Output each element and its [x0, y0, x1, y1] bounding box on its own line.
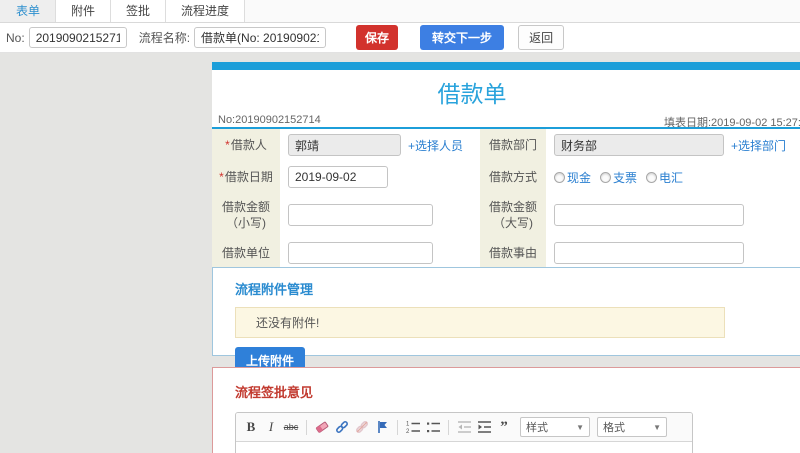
format-select[interactable]: 格式 ▼ — [597, 417, 667, 437]
editor-content-area[interactable] — [236, 442, 692, 453]
department-input[interactable] — [554, 134, 724, 156]
borrow-date-cell — [280, 161, 480, 193]
outdent-icon[interactable] — [455, 418, 473, 436]
payment-method-radios: 现金 支票 电汇 — [554, 169, 683, 186]
tab-bar: 表单 附件 签批 流程进度 — [0, 0, 800, 23]
borrow-unit-cell — [280, 237, 480, 269]
borrower-label: *借款人 — [212, 129, 280, 161]
form-fill-date: 填表日期:2019-09-02 15:27:1 — [664, 117, 800, 129]
form-meta-row: No:20190902152714 填表日期:2019-09-02 15:27:… — [212, 111, 800, 129]
amount-upper-label: 借款金额（大写) — [480, 193, 546, 237]
unlink-icon[interactable] — [353, 418, 371, 436]
flow-name-label: 流程名称: — [138, 31, 191, 45]
form-fields-grid: *借款人 +选择人员 借款部门 +选择部门 *借款日期 借款方式 现金 — [212, 129, 800, 274]
borrow-date-input[interactable] — [288, 166, 388, 188]
strikethrough-button[interactable]: abc — [282, 418, 300, 436]
radio-icon — [646, 171, 658, 183]
chevron-down-icon: ▼ — [653, 422, 661, 432]
borrower-cell: +选择人员 — [280, 129, 480, 161]
svg-text:2: 2 — [406, 429, 410, 434]
no-input[interactable] — [28, 27, 127, 48]
amount-lower-label: 借款金额（小写) — [212, 193, 280, 237]
blockquote-button[interactable]: ” — [495, 418, 513, 436]
toolbar-separator — [448, 419, 449, 435]
radio-wire-transfer[interactable]: 电汇 — [646, 169, 683, 186]
borrow-date-label: *借款日期 — [212, 161, 280, 193]
borrow-unit-input[interactable] — [288, 242, 433, 264]
attachments-panel: 流程附件管理 还没有附件! 上传附件 — [212, 267, 800, 374]
action-bar: No: 流程名称: 保存 转交下一步 返回 — [0, 23, 800, 53]
department-label: 借款部门 — [480, 129, 546, 161]
amount-lower-cell — [280, 193, 480, 237]
select-department-link[interactable]: +选择部门 — [731, 137, 786, 154]
italic-button[interactable]: I — [262, 418, 280, 436]
payment-method-cell: 现金 支票 电汇 — [546, 161, 800, 193]
no-attachment-notice: 还没有附件! — [235, 307, 725, 338]
remove-format-icon[interactable] — [313, 418, 331, 436]
tab-progress[interactable]: 流程进度 — [166, 0, 246, 22]
attachments-title: 流程附件管理 — [235, 282, 314, 297]
tab-form[interactable]: 表单 — [0, 0, 57, 22]
link-icon[interactable] — [333, 418, 351, 436]
select-person-link[interactable]: +选择人员 — [408, 137, 463, 154]
no-label: No: — [6, 30, 25, 45]
rich-text-editor: B I abc 1 2 ” 样式 ▼ 格式 ▼ — [235, 412, 693, 453]
amount-lowercase-input[interactable] — [288, 204, 433, 226]
bold-button[interactable]: B — [242, 418, 260, 436]
borrow-unit-label: 借款单位 — [212, 237, 280, 269]
loan-form-panel: 借款单 No:20190902152714 填表日期:2019-09-02 15… — [212, 62, 800, 274]
toolbar-separator — [306, 419, 307, 435]
required-mark: * — [225, 138, 230, 152]
borrow-reason-cell — [546, 237, 800, 269]
svg-text:1: 1 — [406, 422, 410, 428]
bulleted-list-icon[interactable] — [424, 418, 442, 436]
toolbar-separator — [397, 419, 398, 435]
save-button[interactable]: 保存 — [356, 25, 399, 50]
borrow-reason-label: 借款事由 — [480, 237, 546, 269]
next-step-button[interactable]: 转交下一步 — [420, 25, 505, 50]
editor-toolbar: B I abc 1 2 ” 样式 ▼ 格式 ▼ — [236, 413, 692, 442]
required-mark: * — [219, 170, 224, 184]
radio-icon — [554, 171, 565, 183]
approval-panel: 流程签批意见 B I abc 1 2 ” 样式 ▼ 格式 ▼ — [212, 367, 800, 453]
indent-icon[interactable] — [475, 418, 493, 436]
approval-title: 流程签批意见 — [235, 385, 314, 400]
radio-cash[interactable]: 现金 — [554, 169, 591, 186]
chevron-down-icon: ▼ — [576, 422, 584, 432]
amount-upper-cell — [546, 193, 800, 237]
amount-uppercase-input[interactable] — [554, 204, 744, 226]
form-title: 借款单 — [437, 81, 507, 107]
borrower-input[interactable] — [288, 134, 401, 156]
style-select[interactable]: 样式 ▼ — [520, 417, 590, 437]
tab-attachments[interactable]: 附件 — [56, 0, 112, 22]
tab-approval[interactable]: 签批 — [111, 0, 167, 22]
radio-check[interactable]: 支票 — [600, 169, 637, 186]
back-button[interactable]: 返回 — [518, 25, 565, 50]
radio-icon — [600, 171, 612, 183]
form-no: No:20190902152714 — [218, 114, 321, 126]
anchor-flag-icon[interactable] — [373, 418, 391, 436]
borrow-reason-input[interactable] — [554, 242, 744, 264]
flow-name-input[interactable] — [194, 27, 327, 48]
top-accent-bar — [212, 62, 800, 70]
numbered-list-icon[interactable]: 1 2 — [404, 418, 422, 436]
payment-method-label: 借款方式 — [480, 161, 546, 193]
department-cell: +选择部门 — [546, 129, 800, 161]
